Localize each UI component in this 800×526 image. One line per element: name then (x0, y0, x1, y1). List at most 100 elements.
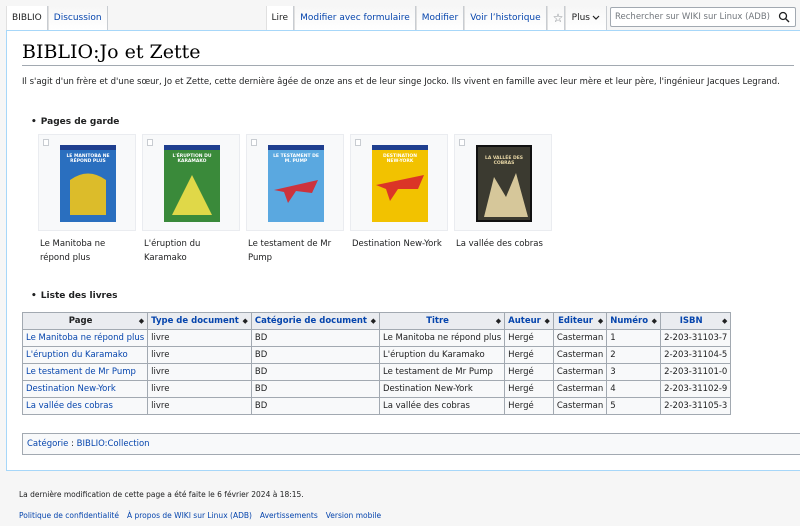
column-header-label: ISBN (679, 316, 703, 326)
gallery-frame[interactable]: LA VALLÉE DES COBRAS (454, 134, 552, 231)
column-header-number[interactable]: Numéro ◆ (606, 312, 662, 330)
book-cover-image[interactable]: LE TESTAMENT DE M. PUMP (268, 145, 324, 222)
search-input[interactable] (611, 8, 779, 26)
table-row: L'éruption du Karamako livre BD L'éruption … (21, 346, 732, 364)
table-cell-type: livre (147, 380, 252, 398)
sort-icon[interactable]: ◆ (652, 317, 657, 325)
column-header-publisher[interactable]: Editeur ◆ (552, 312, 608, 330)
sort-icon[interactable]: ◆ (722, 317, 727, 325)
gallery-caption: La vallée des cobras (456, 239, 543, 249)
gallery-caption: Le testament de Mr Pump (248, 239, 332, 263)
table-cell-publisher: Casterman (552, 397, 608, 415)
tab-edit[interactable]: Modifier (415, 6, 465, 30)
column-header-type[interactable]: Type de document ◆ (147, 312, 252, 330)
cover-title: LA VALLÉE DES COBRAS (484, 156, 524, 166)
table-cell-page: L'éruption du Karamako (21, 346, 149, 364)
title-divider (22, 65, 794, 66)
sort-icon[interactable]: ◆ (242, 317, 247, 325)
footer-link[interactable]: Politique de confidentialité (19, 511, 119, 520)
page-link[interactable]: La vallée des cobras (26, 401, 113, 411)
gallery-frame[interactable]: DESTINATION NEW-YORK (350, 134, 448, 231)
cover-title: L'ÉRUPTION DU KARAMAKO (172, 154, 212, 164)
table-row: Le Manitoba ne répond plus livre BD Le Mani… (21, 329, 732, 347)
column-header-label: Catégorie de document (254, 316, 367, 326)
column-header-label: Titre (426, 316, 449, 326)
gallery-frame[interactable]: LE MANITOBA NE RÉPOND PLUS (38, 134, 136, 231)
column-header-category[interactable]: Catégorie de document ◆ (250, 312, 381, 330)
table-cell-isbn: 2-203-31102-9 (660, 380, 732, 398)
book-cover-image[interactable]: LE MANITOBA NE RÉPOND PLUS (60, 145, 116, 222)
table-cell-title: Destination New-York (378, 380, 506, 398)
footer-link[interactable]: Avertissements (260, 511, 318, 520)
search-icon[interactable] (778, 11, 790, 23)
cover-title: LE TESTAMENT DE M. PUMP (273, 154, 319, 164)
sort-icon[interactable]: ◆ (371, 317, 376, 325)
table-cell-page: Le testament de Mr Pump (21, 363, 149, 381)
column-header-page[interactable]: Page ◆ (21, 312, 149, 330)
page-title: BIBLIO:Jo et Zette (22, 41, 201, 63)
file-icon (43, 139, 49, 146)
page-link[interactable]: L'éruption du Karamako (26, 350, 128, 360)
footer-link[interactable]: À propos de WIKI sur Linux (ADB) (127, 511, 252, 520)
cover-title: DESTINATION NEW-YORK (382, 154, 418, 164)
column-header-label: Page (68, 316, 93, 326)
column-header-isbn[interactable]: ISBN ◆ (660, 312, 732, 330)
table-row: La vallée des cobras livre BD La vallée des… (21, 397, 732, 415)
footer-links: Politique de confidentialité À propos de … (19, 511, 381, 520)
table-cell-type: livre (147, 329, 252, 347)
cover-gallery: LE MANITOBA NE RÉPOND PLUS Le Manitoba ne… (38, 134, 552, 265)
tab-discussion[interactable]: Discussion (47, 6, 108, 30)
last-modified-text: La dernière modification de cette page a… (19, 490, 304, 499)
footer-link[interactable]: Version mobile (326, 511, 381, 520)
sort-icon[interactable]: ◆ (139, 317, 144, 325)
content-area: BIBLIO:Jo et Zette Il s'agit d'un frère … (6, 30, 800, 471)
book-cover-image[interactable]: LA VALLÉE DES COBRAS (476, 145, 532, 222)
gallery-item: LE MANITOBA NE RÉPOND PLUS Le Manitoba ne… (38, 134, 136, 265)
table-row: Le testament de Mr Pump livre BD Le testame… (21, 363, 732, 381)
tab-page[interactable]: BIBLIO (6, 6, 48, 30)
category-label-link[interactable]: Catégorie (27, 439, 68, 449)
column-header-author[interactable]: Auteur ◆ (504, 312, 554, 330)
book-cover-image[interactable]: DESTINATION NEW-YORK (372, 145, 428, 222)
more-label: Plus (571, 13, 590, 23)
page-link[interactable]: Le testament de Mr Pump (26, 367, 136, 377)
gallery-heading: Pages de garde (31, 117, 120, 127)
table-cell-title: La vallée des cobras (378, 397, 506, 415)
gallery-frame[interactable]: L'ÉRUPTION DU KARAMAKO (142, 134, 240, 231)
gallery-caption: L'éruption du Karamako (144, 239, 201, 263)
table-cell-number: 5 (606, 397, 662, 415)
table-cell-type: livre (147, 397, 252, 415)
file-icon (355, 139, 361, 146)
table-cell-isbn: 2-203-31101-0 (660, 363, 732, 381)
table-cell-isbn: 2-203-31104-5 (660, 346, 732, 364)
tab-edit-form[interactable]: Modifier avec formulaire (294, 6, 416, 30)
table-cell-number: 1 (606, 329, 662, 347)
page-link[interactable]: Destination New-York (26, 384, 116, 394)
table-cell-publisher: Casterman (552, 346, 608, 364)
category-separator: : (68, 439, 77, 449)
tab-read[interactable]: Lire (265, 6, 295, 30)
cover-title: LE MANITOBA NE RÉPOND PLUS (66, 154, 110, 164)
table-cell-category: BD (250, 380, 381, 398)
table-row: Destination New-York livre BD Destination N… (21, 380, 732, 398)
table-cell-category: BD (250, 397, 381, 415)
cover-band (164, 145, 220, 150)
table-cell-author: Hergé (504, 363, 554, 381)
category-link[interactable]: BIBLIO:Collection (77, 439, 150, 449)
book-cover-image[interactable]: L'ÉRUPTION DU KARAMAKO (164, 145, 220, 222)
table-cell-number: 3 (606, 363, 662, 381)
watch-star-icon[interactable]: ☆ (546, 6, 565, 30)
cover-band (372, 145, 428, 150)
view-tabs: Lire Modifier avec formulaire Modifier V… (265, 6, 607, 30)
page-link[interactable]: Le Manitoba ne répond plus (26, 333, 144, 343)
category-links: Catégorie : BIBLIO:Collection (22, 433, 800, 455)
tab-history[interactable]: Voir l’historique (464, 6, 547, 30)
table-header-row: Page ◆ Type de document ◆ Catégorie de docum… (21, 312, 732, 330)
column-header-title[interactable]: Titre ◆ (378, 312, 506, 330)
more-menu[interactable]: Plus (564, 6, 607, 30)
sort-icon[interactable]: ◆ (544, 317, 549, 325)
table-cell-publisher: Casterman (552, 363, 608, 381)
sort-icon[interactable]: ◆ (496, 317, 501, 325)
gallery-frame[interactable]: LE TESTAMENT DE M. PUMP (246, 134, 344, 231)
sort-icon[interactable]: ◆ (598, 317, 603, 325)
